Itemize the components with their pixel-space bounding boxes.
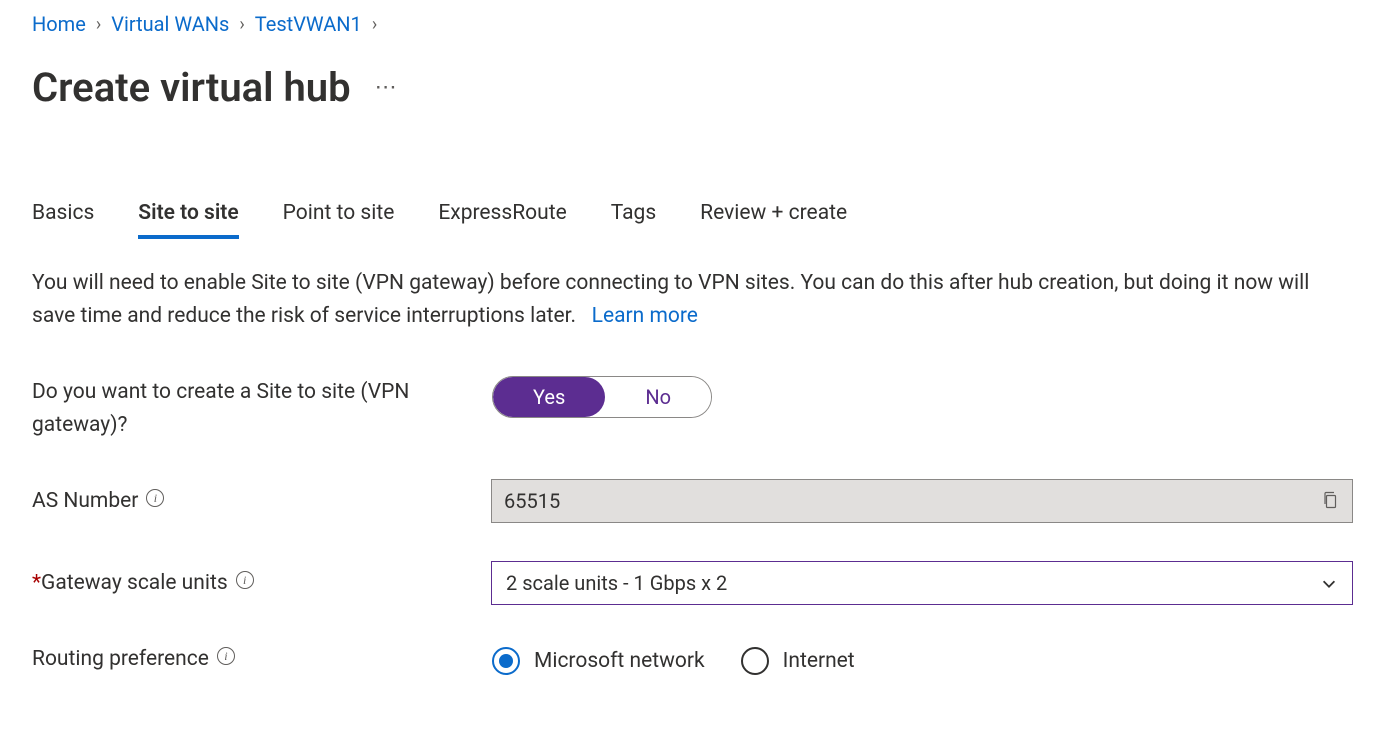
copy-icon[interactable] xyxy=(1322,491,1340,511)
as-number-label: AS Number xyxy=(32,485,138,518)
required-marker: * xyxy=(32,571,41,595)
tab-site-to-site[interactable]: Site to site xyxy=(138,201,238,239)
create-gateway-label: Do you want to create a Site to site (VP… xyxy=(32,376,452,441)
create-gateway-no[interactable]: No xyxy=(605,377,711,417)
scale-units-dropdown[interactable]: 2 scale units - 1 Gbps x 2 xyxy=(491,561,1353,605)
create-gateway-toggle: Yes No xyxy=(492,376,712,418)
page-title: Create virtual hub xyxy=(32,64,351,111)
scale-units-label: Gateway scale units xyxy=(41,571,228,595)
breadcrumb: Home › Virtual WANs › TestVWAN1 › xyxy=(32,12,1353,36)
tab-basics[interactable]: Basics xyxy=(32,201,94,239)
learn-more-link[interactable]: Learn more xyxy=(592,304,698,328)
tab-tags[interactable]: Tags xyxy=(611,201,656,239)
tabs: Basics Site to site Point to site Expres… xyxy=(32,201,1353,239)
info-icon[interactable] xyxy=(217,647,235,665)
tab-point-to-site[interactable]: Point to site xyxy=(283,201,395,239)
more-actions-button[interactable]: ⋯ xyxy=(375,75,399,100)
info-icon[interactable] xyxy=(236,571,254,589)
breadcrumb-testvwan1[interactable]: TestVWAN1 xyxy=(255,12,362,36)
chevron-right-icon: › xyxy=(96,14,101,35)
tab-expressroute[interactable]: ExpressRoute xyxy=(438,201,566,239)
radio-icon xyxy=(741,647,769,675)
radio-icon xyxy=(492,647,520,675)
info-icon[interactable] xyxy=(146,489,164,507)
routing-pref-internet-label: Internet xyxy=(783,649,855,673)
routing-pref-microsoft[interactable]: Microsoft network xyxy=(492,647,705,675)
routing-pref-radio-group: Microsoft network Internet xyxy=(492,644,1353,675)
as-number-field: 65515 xyxy=(491,479,1353,523)
chevron-right-icon: › xyxy=(372,14,377,35)
scale-units-value: 2 scale units - 1 Gbps x 2 xyxy=(506,571,727,595)
routing-pref-microsoft-label: Microsoft network xyxy=(534,649,705,673)
routing-pref-label: Routing preference xyxy=(32,643,209,676)
tab-review-create[interactable]: Review + create xyxy=(700,201,847,239)
breadcrumb-home[interactable]: Home xyxy=(32,12,86,36)
routing-pref-internet[interactable]: Internet xyxy=(741,647,855,675)
chevron-right-icon: › xyxy=(239,14,244,35)
create-gateway-yes[interactable]: Yes xyxy=(493,377,605,417)
breadcrumb-virtual-wans[interactable]: Virtual WANs xyxy=(111,12,229,36)
tab-description: You will need to enable Site to site (VP… xyxy=(32,267,1352,332)
chevron-down-icon xyxy=(1320,574,1338,592)
as-number-value: 65515 xyxy=(504,489,560,513)
